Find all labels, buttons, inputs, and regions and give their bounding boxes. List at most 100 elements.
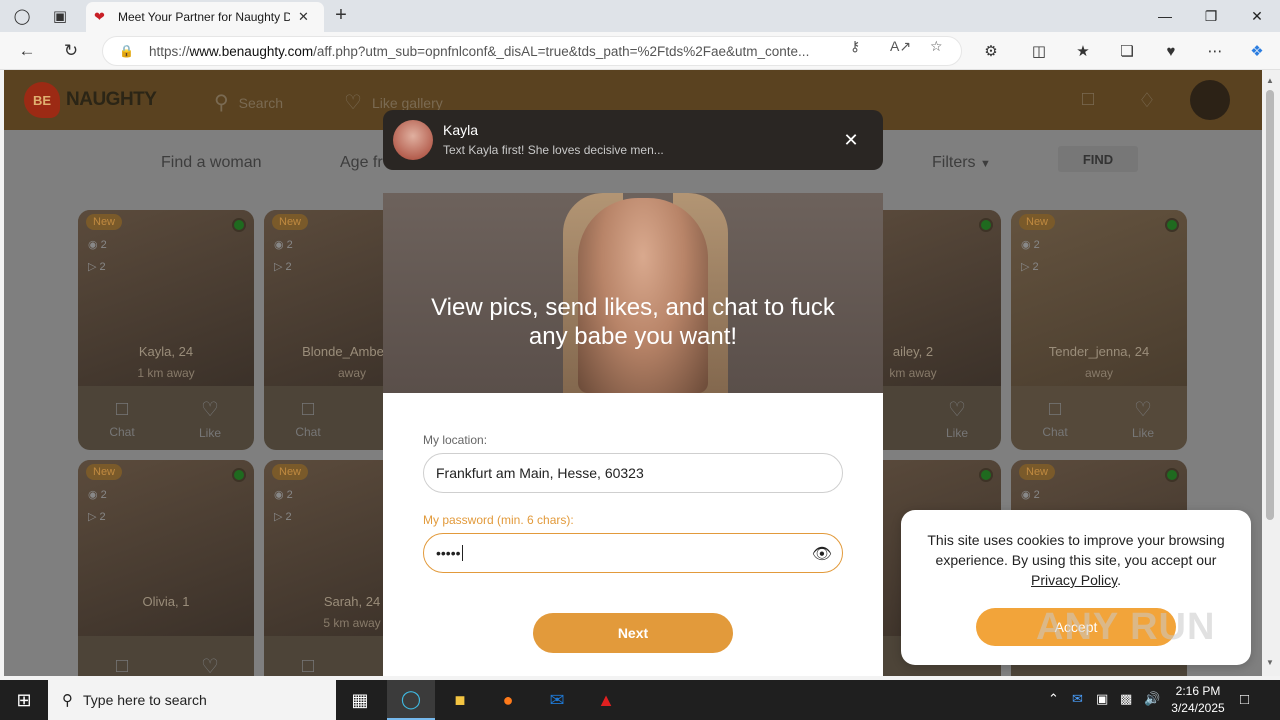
- firefox-icon[interactable]: ●: [484, 680, 532, 720]
- chat-button[interactable]: □ Chat: [78, 386, 166, 450]
- video-count: ▷ 2: [1021, 261, 1039, 273]
- more-menu-icon[interactable]: ⋯: [1204, 40, 1226, 62]
- location-field[interactable]: Frankfurt am Main, Hesse, 60323: [423, 453, 843, 493]
- notifications-bell-icon[interactable]: ♢: [1138, 88, 1156, 113]
- page-scrollbar[interactable]: ▲ ▼: [1262, 70, 1280, 676]
- tray-device-icon[interactable]: ▣: [1096, 691, 1108, 707]
- browser-tab-bar: ◯ ▣ ❤ Meet Your Partner for Naughty D ✕ …: [0, 0, 1280, 32]
- online-indicator: [1165, 468, 1179, 482]
- like-button[interactable]: ♡ Like: [166, 386, 254, 450]
- like-button[interactable]: ♡ Like: [913, 386, 1001, 450]
- profile-distance: away: [1084, 366, 1113, 380]
- network-icon[interactable]: ▩: [1120, 691, 1132, 707]
- chat-button[interactable]: □: [264, 636, 352, 677]
- scrollbar-thumb[interactable]: [1266, 90, 1274, 520]
- message-notification[interactable]: Kayla Text Kayla first! She loves decisi…: [383, 110, 883, 170]
- clock-date: 3/24/2025: [1171, 701, 1225, 715]
- performance-icon[interactable]: ♥: [1160, 40, 1182, 62]
- new-badge: New: [1019, 464, 1056, 480]
- online-indicator: [232, 468, 246, 482]
- favorite-star-icon[interactable]: ☆: [930, 38, 943, 55]
- profile-photo[interactable]: [78, 210, 254, 386]
- profile-card[interactable]: New ◉ 2 ▷ 2 Kayla, 24 1 km away □ Chat ♡ L…: [78, 210, 254, 450]
- copilot-icon[interactable]: ❖: [1246, 40, 1268, 62]
- collections-icon[interactable]: ❏: [1116, 40, 1138, 62]
- scroll-down-icon[interactable]: ▼: [1266, 658, 1274, 667]
- volume-icon[interactable]: 🔊: [1144, 691, 1160, 707]
- profile-name: Tender_jenna, 24: [1048, 344, 1150, 359]
- site-logo[interactable]: BE NAUGHTY: [24, 82, 157, 118]
- new-tab-icon[interactable]: +: [330, 4, 352, 26]
- favorites-icon[interactable]: ★: [1072, 40, 1094, 62]
- age-select[interactable]: Age fr: [340, 154, 383, 172]
- outlook-icon[interactable]: ✉: [533, 680, 581, 720]
- close-tab-icon[interactable]: ✕: [298, 9, 309, 25]
- task-view-icon[interactable]: ▦: [336, 680, 384, 720]
- like-button[interactable]: ♡: [166, 636, 254, 677]
- browser-toolbar: ← ↻ 🔒 https://www.benaughty.com/aff.php?…: [0, 32, 1280, 70]
- photo-count: ◉ 2: [88, 489, 107, 501]
- tab-actions-icon[interactable]: ▣: [48, 4, 72, 28]
- profile-distance: 1 km away: [137, 366, 195, 380]
- extensions-icon[interactable]: ⚙: [980, 40, 1002, 62]
- tab-active[interactable]: ❤ Meet Your Partner for Naughty D ✕: [86, 2, 324, 32]
- video-count: ▷ 2: [88, 511, 106, 523]
- nav-search[interactable]: ⚲ Search: [214, 90, 283, 115]
- messages-icon[interactable]: □: [1082, 88, 1094, 111]
- notification-message: Text Kayla first! She loves decisive men…: [443, 143, 664, 157]
- profile-photo[interactable]: [78, 460, 254, 636]
- edge-browser-icon[interactable]: ◯: [387, 680, 435, 720]
- photo-count: ◉ 2: [1021, 239, 1040, 251]
- chat-button[interactable]: □ Chat: [1011, 386, 1099, 450]
- hero-image: View pics, send likes, and chat to fuck …: [383, 193, 883, 393]
- find-woman-select[interactable]: Find a woman: [161, 154, 262, 172]
- system-clock[interactable]: 2:16 PM 3/24/2025: [1168, 683, 1228, 717]
- read-aloud-icon[interactable]: A↗: [890, 38, 911, 55]
- signup-modal: View pics, send likes, and chat to fuck …: [383, 193, 883, 676]
- lock-icon[interactable]: 🔒: [119, 44, 134, 58]
- chat-button[interactable]: □: [78, 636, 166, 677]
- site-favicon-icon: ❤: [94, 9, 105, 24]
- online-indicator: [979, 468, 993, 482]
- privacy-policy-link[interactable]: Privacy Policy: [1031, 572, 1117, 588]
- key-icon[interactable]: ⚷: [850, 38, 860, 55]
- chat-icon: □: [301, 654, 315, 677]
- logo-wordmark: NAUGHTY: [66, 89, 157, 110]
- new-badge: New: [86, 464, 123, 480]
- close-notification-icon[interactable]: ✕: [839, 128, 863, 152]
- notification-center-icon[interactable]: □: [1240, 691, 1249, 708]
- show-password-eye-icon[interactable]: 👁: [812, 544, 832, 564]
- password-label: My password (min. 6 chars):: [423, 513, 574, 527]
- chat-button[interactable]: □ Chat: [264, 386, 352, 450]
- tray-chevron-up-icon[interactable]: ⌃: [1048, 691, 1059, 707]
- profile-photo[interactable]: [1011, 210, 1187, 386]
- scroll-up-icon[interactable]: ▲: [1266, 76, 1274, 85]
- find-button[interactable]: FIND: [1058, 146, 1138, 172]
- photo-count: ◉ 2: [1021, 489, 1040, 501]
- filters-dropdown[interactable]: Filters ▼: [932, 154, 991, 172]
- acrobat-icon[interactable]: ▲: [582, 680, 630, 720]
- profile-icon[interactable]: ◯: [10, 4, 34, 28]
- profile-card[interactable]: New ◉ 2 ▷ 2 Olivia, 1 □ ♡: [78, 460, 254, 676]
- refresh-icon[interactable]: ↻: [58, 38, 84, 64]
- location-value: Frankfurt am Main, Hesse, 60323: [436, 465, 644, 481]
- close-window-icon[interactable]: ✕: [1234, 0, 1280, 32]
- restore-icon[interactable]: ❐: [1188, 0, 1234, 32]
- password-field[interactable]: ••••• 👁: [423, 533, 843, 573]
- tray-outlook-icon[interactable]: ✉: [1072, 691, 1083, 707]
- chat-icon: □: [1048, 397, 1062, 420]
- online-indicator: [232, 218, 246, 232]
- back-icon[interactable]: ←: [14, 38, 40, 64]
- address-bar[interactable]: 🔒 https://www.benaughty.com/aff.php?utm_…: [102, 36, 962, 66]
- next-button[interactable]: Next: [533, 613, 733, 653]
- like-button[interactable]: ♡ Like: [1099, 386, 1187, 450]
- user-avatar[interactable]: [1190, 80, 1230, 120]
- profile-card[interactable]: New ◉ 2 ▷ 2 Tender_jenna, 24 away □ Chat …: [1011, 210, 1187, 450]
- split-screen-icon[interactable]: ◫: [1028, 40, 1050, 62]
- windows-start-icon[interactable]: ⊞: [0, 680, 48, 720]
- url-text[interactable]: https://www.benaughty.com/aff.php?utm_su…: [149, 44, 839, 59]
- minimize-icon[interactable]: —: [1142, 0, 1188, 32]
- file-explorer-icon[interactable]: ■: [436, 680, 484, 720]
- taskbar-search[interactable]: ⚲ Type here to search: [48, 680, 336, 720]
- windows-taskbar: ⊞ ⚲ Type here to search ▦ ◯ ■ ● ✉ ▲ ⌃ ✉ …: [0, 680, 1280, 720]
